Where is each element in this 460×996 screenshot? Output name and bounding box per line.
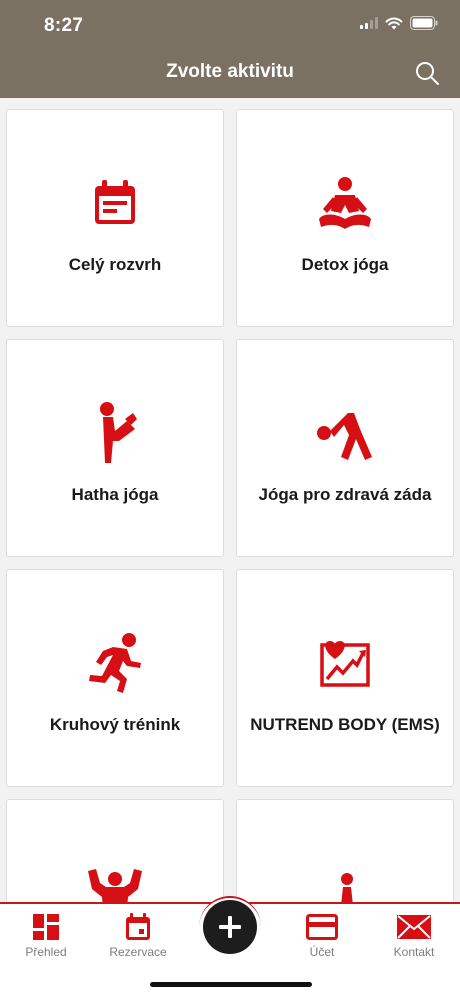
activity-card[interactable]: Jóga pro zdravá záda (236, 339, 454, 557)
activity-card[interactable] (6, 799, 224, 902)
activity-label: NUTREND BODY (EMS) (250, 715, 440, 734)
app-header: 8:27 Zvolte aktivitu (0, 0, 460, 98)
status-time: 8:27 (44, 15, 84, 36)
running-person-icon (84, 632, 146, 694)
signal-icon (360, 17, 378, 29)
activity-card[interactable]: Kruhový trénink (6, 569, 224, 787)
calendar-icon (98, 912, 178, 942)
envelope-icon (374, 912, 454, 942)
bottom-tab-bar: Přehled Rezervace Účet Kontakt (0, 896, 460, 996)
activity-card[interactable]: Hatha jóga (6, 339, 224, 557)
activity-card[interactable]: Detox jóga (236, 109, 454, 327)
tab-prehled[interactable]: Přehled (6, 912, 86, 959)
heart-chart-icon (314, 632, 376, 694)
strongman-icon (84, 862, 146, 902)
search-button[interactable] (414, 60, 440, 86)
home-indicator (150, 982, 312, 987)
activity-card[interactable]: Celý rozvrh (6, 109, 224, 327)
activity-label: Detox jóga (301, 255, 389, 274)
tab-label: Rezervace (109, 945, 167, 959)
bending-person-icon (314, 402, 376, 464)
activity-label: Hatha jóga (71, 485, 159, 504)
tab-kontakt[interactable]: Kontakt (374, 912, 454, 959)
page-title: Zvolte aktivitu (166, 61, 294, 82)
tab-ucet[interactable]: Účet (282, 912, 362, 959)
meditation-icon (314, 172, 376, 234)
activity-card[interactable] (236, 799, 454, 902)
activity-label: Kruhový trénink (49, 715, 181, 734)
stretching-person-icon (84, 402, 146, 464)
tab-label: Účet (309, 945, 335, 959)
activity-label: Jóga pro zdravá záda (258, 485, 432, 504)
tab-label: Kontakt (393, 945, 435, 959)
activity-label: Celý rozvrh (68, 255, 162, 274)
add-button[interactable] (203, 900, 257, 954)
wifi-icon (385, 17, 403, 29)
plus-icon (219, 916, 241, 938)
yoga-pose-icon (314, 862, 376, 902)
card-icon (282, 912, 362, 942)
tab-label: Přehled (25, 945, 67, 959)
tab-rezervace[interactable]: Rezervace (98, 912, 178, 959)
calendar-icon (84, 172, 146, 234)
activity-grid: Celý rozvrh Detox jóga Hatha jóga Jóga p… (0, 98, 460, 902)
search-icon (416, 62, 439, 85)
activity-card[interactable]: NUTREND BODY (EMS) (236, 569, 454, 787)
battery-icon (410, 16, 438, 30)
status-icons (360, 16, 438, 30)
dashboard-icon (6, 912, 86, 942)
